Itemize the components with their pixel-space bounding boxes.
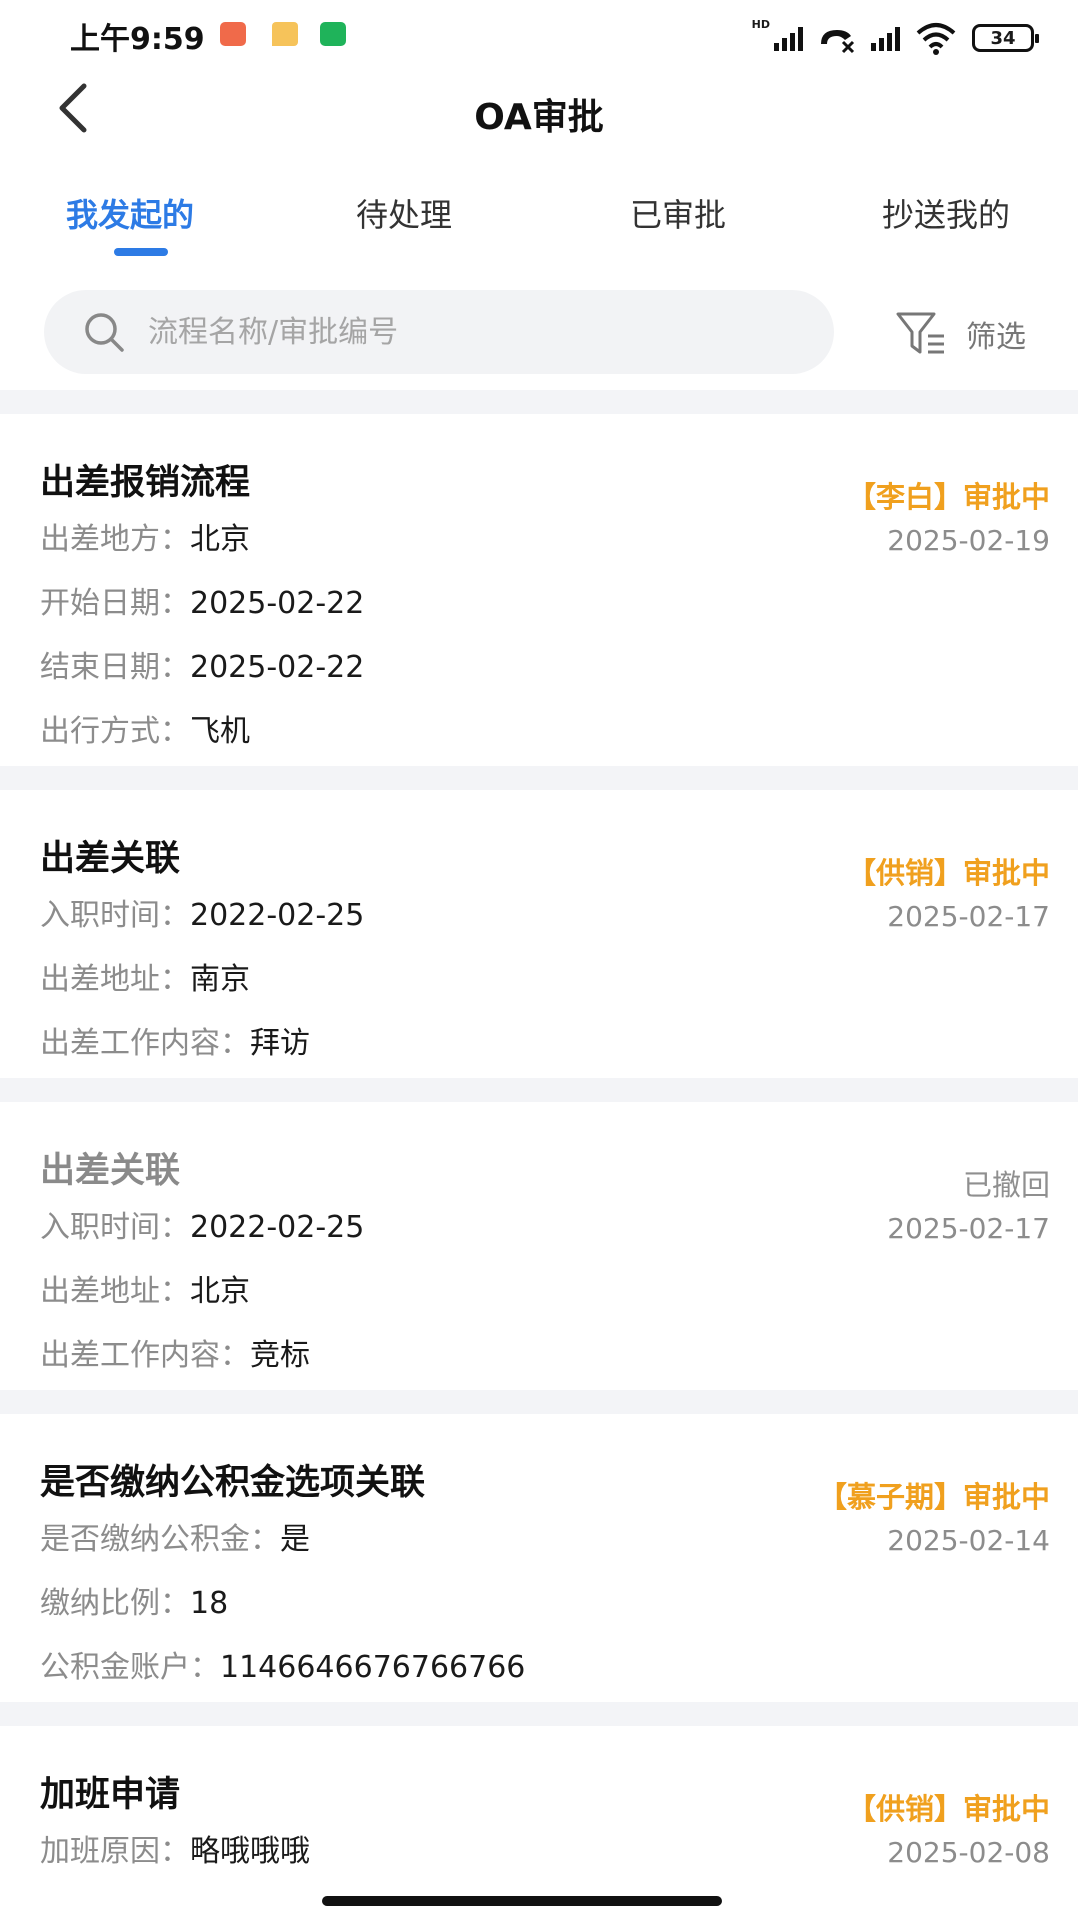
card-date: 2025-02-19 — [887, 524, 1050, 557]
field-label: 加班原因 — [40, 1834, 160, 1869]
signal-icon-2 — [871, 25, 900, 51]
card-date: 2025-02-17 — [887, 900, 1050, 933]
card-title: 出差关联 — [40, 1151, 181, 1191]
card-field: 出差地址：北京 — [40, 1274, 250, 1309]
field-value: 拜访 — [250, 1026, 310, 1061]
card-date: 2025-02-14 — [887, 1524, 1050, 1557]
approval-card[interactable]: 加班申请 加班原因：略哦哦哦 【供销】审批中 2025-02-08 — [0, 1726, 1078, 1916]
field-value: 2025-02-22 — [190, 650, 365, 685]
status-badge: 【慕子期】审批中 — [817, 1480, 1050, 1514]
field-value: 是 — [280, 1522, 310, 1557]
app-screen: 上午9:59 HD 34 OA审批 我发起的 待处理 已审批 抄送我的 流程名称… — [0, 0, 1078, 1916]
field-value: 2025-02-22 — [190, 586, 365, 621]
field-label: 出差工作内容 — [40, 1026, 220, 1061]
approval-list: 出差报销流程 出差地方：北京 开始日期：2025-02-22 结束日期：2025… — [0, 390, 1078, 1916]
field-value: 2022-02-25 — [190, 898, 365, 933]
status-icons: HD 34 — [751, 18, 1039, 58]
tab-approved[interactable]: 已审批 — [630, 190, 726, 236]
field-label: 出差地址 — [40, 962, 160, 997]
status-badge: 【李白】审批中 — [846, 480, 1050, 514]
list-divider — [0, 766, 1078, 790]
card-field: 结束日期：2025-02-22 — [40, 650, 365, 685]
field-label: 出差工作内容 — [40, 1338, 220, 1373]
field-label: 出行方式 — [40, 714, 160, 749]
active-tab-indicator — [114, 248, 168, 256]
card-date: 2025-02-08 — [887, 1836, 1050, 1869]
search-input[interactable] — [148, 290, 808, 374]
list-divider — [0, 1702, 1078, 1726]
message-notification-icon — [272, 22, 298, 46]
tab-pending[interactable]: 待处理 — [356, 190, 452, 236]
field-value: 略哦哦哦 — [190, 1834, 310, 1869]
card-field: 缴纳比例：18 — [40, 1586, 229, 1621]
signal-icon — [774, 25, 803, 51]
battery-icon: 34 — [972, 24, 1039, 52]
home-indicator[interactable] — [322, 1896, 722, 1906]
field-value: 北京 — [190, 522, 250, 557]
card-field: 出差工作内容：竞标 — [40, 1338, 310, 1373]
tab-initiated[interactable]: 我发起的 — [66, 190, 194, 236]
card-field: 出差地址：南京 — [40, 962, 250, 997]
status-badge: 【供销】审批中 — [846, 856, 1050, 890]
hd-badge: HD — [751, 18, 770, 31]
card-field: 出行方式：飞机 — [40, 714, 250, 749]
field-label: 公积金账户 — [40, 1650, 190, 1685]
field-label: 缴纳比例 — [40, 1586, 160, 1621]
search-bar[interactable] — [44, 290, 834, 374]
filter-label: 筛选 — [966, 320, 1026, 355]
status-time: 上午9:59 — [70, 22, 205, 57]
field-label: 入职时间 — [40, 1210, 160, 1245]
approval-card[interactable]: 出差关联 入职时间：2022-02-25 出差地址：南京 出差工作内容：拜访 【… — [0, 790, 1078, 1078]
no-call-icon — [821, 30, 855, 54]
filter-button[interactable]: 筛选 — [896, 306, 1026, 362]
field-value: 竞标 — [250, 1338, 310, 1373]
list-divider — [0, 1078, 1078, 1102]
status-badge: 已撤回 — [962, 1168, 1050, 1202]
card-field: 公积金账户：114664667676676​6 — [40, 1650, 526, 1685]
card-field: 开始日期：2025-02-22 — [40, 586, 365, 621]
wifi-icon — [916, 23, 956, 55]
field-label: 结束日期 — [40, 650, 160, 685]
card-field: 出差工作内容：拜访 — [40, 1026, 310, 1061]
tab-cc-me[interactable]: 抄送我的 — [882, 190, 1010, 236]
calendar-notification-icon — [220, 22, 246, 46]
field-label: 开始日期 — [40, 586, 160, 621]
approval-card[interactable]: 出差关联 入职时间：2022-02-25 出差地址：北京 出差工作内容：竞标 已… — [0, 1102, 1078, 1390]
field-value: 飞机 — [190, 714, 250, 749]
status-badge: 【供销】审批中 — [846, 1792, 1050, 1826]
field-value: 18 — [190, 1586, 229, 1621]
approval-card[interactable]: 是否缴纳公积金选项关联 是否缴纳公积金：是 缴纳比例：18 公积金账户：1146… — [0, 1414, 1078, 1702]
field-label: 出差地方 — [40, 522, 160, 557]
search-icon — [85, 313, 124, 352]
battery-level: 34 — [990, 27, 1016, 49]
field-value: 114664667676676​6 — [220, 1650, 526, 1685]
field-label: 是否缴纳公积金 — [40, 1522, 250, 1557]
field-value: 南京 — [190, 962, 250, 997]
list-divider — [0, 390, 1078, 414]
list-divider — [0, 1390, 1078, 1414]
status-bar: 上午9:59 HD 34 — [0, 0, 1078, 70]
field-value: 北京 — [190, 1274, 250, 1309]
tab-bar: 我发起的 待处理 已审批 抄送我的 — [0, 180, 1078, 260]
approval-card[interactable]: 出差报销流程 出差地方：北京 开始日期：2025-02-22 结束日期：2025… — [0, 414, 1078, 766]
filter-icon — [896, 312, 944, 354]
page-title: OA审批 — [474, 97, 604, 138]
card-date: 2025-02-17 — [887, 1212, 1050, 1245]
field-label: 入职时间 — [40, 898, 160, 933]
phone-notification-icon — [320, 22, 346, 46]
field-label: 出差地址 — [40, 1274, 160, 1309]
field-value: 2022-02-25 — [190, 1210, 365, 1245]
